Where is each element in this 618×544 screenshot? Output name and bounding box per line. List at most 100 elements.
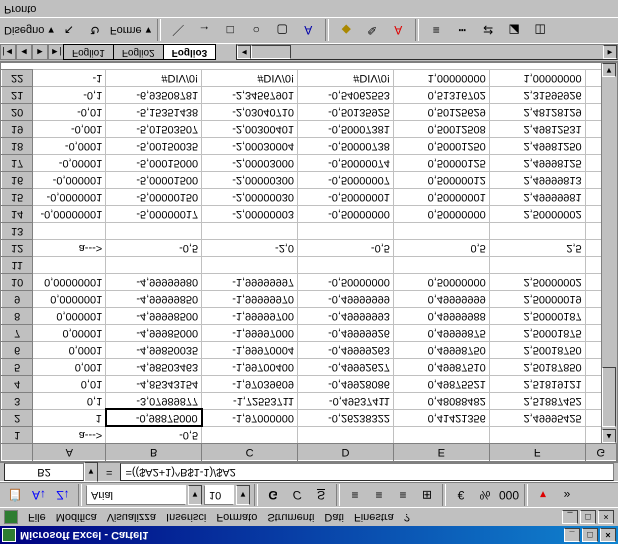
scroll-right-icon[interactable]: ►	[603, 46, 617, 60]
cell[interactable]: -0,5	[106, 427, 202, 444]
row-header[interactable]: 21	[2, 87, 33, 104]
font-color-button[interactable]: A	[387, 20, 409, 42]
cell[interactable]: 0,1	[33, 393, 106, 410]
cell[interactable]: 2,49999813	[489, 172, 585, 189]
cell[interactable]: 1,00000000	[393, 70, 489, 87]
cell[interactable]: -2,03040710	[202, 104, 298, 121]
cell[interactable]: -1,97000000	[202, 410, 298, 427]
cell[interactable]: -6,93508781	[106, 87, 202, 104]
size-dropdown-icon[interactable]: ▼	[236, 485, 250, 505]
cell[interactable]: -5,00015000	[106, 155, 202, 172]
cell[interactable]: 2,49981250	[489, 138, 585, 155]
cell[interactable]	[393, 427, 489, 444]
cell[interactable]: -4,99999850	[106, 291, 202, 308]
cell[interactable]: a--->	[33, 240, 106, 257]
cell[interactable]: 1	[33, 410, 106, 427]
align-right-button[interactable]: ≡	[392, 484, 414, 506]
draw-menu-label[interactable]: Disegno	[4, 25, 44, 37]
arrow-style-button[interactable]: ⇄	[477, 20, 499, 42]
cell[interactable]: -1,72553711	[202, 393, 298, 410]
row-header[interactable]: 11	[2, 257, 33, 274]
col-header-B[interactable]: B	[106, 444, 202, 461]
shadow-button[interactable]: ◪	[503, 20, 525, 42]
cell[interactable]: -4,99985000	[106, 325, 202, 342]
font-size-selector[interactable]: 10	[204, 485, 234, 505]
cell[interactable]: -5,01503507	[106, 121, 202, 138]
menu-data[interactable]: Dati	[324, 511, 344, 523]
horizontal-scrollbar[interactable]: ◄ ►	[236, 45, 618, 61]
cell[interactable]: -0,50000074	[298, 155, 394, 172]
cell[interactable]: 0,001	[33, 359, 106, 376]
sheet-tab-2[interactable]: Foglio2	[113, 45, 164, 61]
sort-asc-button[interactable]: A↓	[28, 484, 50, 506]
minimize-button[interactable]: _	[564, 528, 580, 542]
vertical-scrollbar[interactable]: ▲ ▼	[601, 63, 617, 443]
cell[interactable]: 1,00000000	[489, 70, 585, 87]
cell[interactable]: 0,50012508	[393, 121, 489, 138]
cell[interactable]: 2,51819121	[489, 376, 585, 393]
cell[interactable]: -0,000001	[33, 172, 106, 189]
cell[interactable]: 2,49999981	[489, 189, 585, 206]
cell[interactable]: -0,98875000	[106, 410, 202, 427]
italic-button[interactable]: C	[286, 484, 308, 506]
cell[interactable]: -2,34567901	[202, 87, 298, 104]
cell[interactable]: 0,49999999	[393, 291, 489, 308]
cell[interactable]: -5,00000017	[106, 206, 202, 223]
row-header[interactable]: 22	[2, 70, 33, 87]
cell[interactable]: 2,31595926	[489, 87, 585, 104]
tab-last-button[interactable]: ►|	[48, 45, 64, 61]
cell[interactable]: 2,50000002	[489, 274, 585, 291]
cell[interactable]: 0,50000000	[393, 206, 489, 223]
cell[interactable]: 2,50187850	[489, 359, 585, 376]
cell[interactable]: -5,00000150	[106, 189, 202, 206]
rotate-button[interactable]: ↻	[84, 20, 106, 42]
font-dropdown-icon[interactable]: ▼	[188, 485, 202, 505]
cell[interactable]: -0,00001	[33, 155, 106, 172]
line-button[interactable]: ＼	[167, 20, 189, 42]
cell[interactable]: 2,50000002	[489, 206, 585, 223]
cell[interactable]: 0,41421356	[393, 410, 489, 427]
cell[interactable]: -0,5	[106, 240, 202, 257]
scroll-up-icon[interactable]: ▲	[602, 429, 616, 443]
row-header[interactable]: 5	[2, 359, 33, 376]
row-header[interactable]: 14	[2, 206, 33, 223]
menu-view[interactable]: Visualizza	[107, 511, 156, 523]
cell[interactable]: -0,01	[33, 104, 106, 121]
row-header[interactable]: 15	[2, 189, 33, 206]
cell[interactable]: 0,49875521	[393, 376, 489, 393]
cell[interactable]: -0,49537411	[298, 393, 394, 410]
row-header[interactable]: 3	[2, 393, 33, 410]
cell[interactable]: -0,50135925	[298, 104, 394, 121]
fill-color-button[interactable]: ▾	[532, 484, 554, 506]
select-all-corner[interactable]	[2, 444, 33, 461]
row-header[interactable]: 9	[2, 291, 33, 308]
align-left-button[interactable]: ≡	[344, 484, 366, 506]
cell[interactable]	[33, 223, 106, 240]
shapes-dropdown-icon[interactable]: ▾	[146, 24, 152, 37]
cell[interactable]: -4,99999980	[106, 274, 202, 291]
fill-button[interactable]: ◆	[335, 20, 357, 42]
more-button[interactable]: »	[556, 484, 578, 506]
row-header[interactable]: 20	[2, 104, 33, 121]
row-header[interactable]: 2	[2, 410, 33, 427]
cell[interactable]: -1,97039609	[202, 376, 298, 393]
col-header-C[interactable]: C	[202, 444, 298, 461]
cell[interactable]: -4,98503463	[106, 359, 202, 376]
cell[interactable]: -0,50007381	[298, 121, 394, 138]
cell[interactable]	[106, 223, 202, 240]
percent-button[interactable]: %	[474, 484, 496, 506]
cell[interactable]: -0,50000007	[298, 172, 394, 189]
cell[interactable]: -2,00000003	[202, 206, 298, 223]
draw-dropdown-icon[interactable]: ▾	[48, 24, 54, 37]
cell[interactable]: -0,49999926	[298, 325, 394, 342]
close-button[interactable]: ×	[600, 528, 616, 542]
cell[interactable]: -0,001	[33, 121, 106, 138]
sheet-tab-1[interactable]: Foglio1	[63, 45, 114, 61]
cell[interactable]	[393, 257, 489, 274]
cell[interactable]: 0,000001	[33, 308, 106, 325]
menu-tools[interactable]: Strumenti	[267, 511, 314, 523]
cell[interactable]: #DIV/0!	[298, 70, 394, 87]
cell[interactable]: -0,49928086	[298, 376, 394, 393]
cell[interactable]	[489, 427, 585, 444]
cell[interactable]: -0,49992627	[298, 359, 394, 376]
